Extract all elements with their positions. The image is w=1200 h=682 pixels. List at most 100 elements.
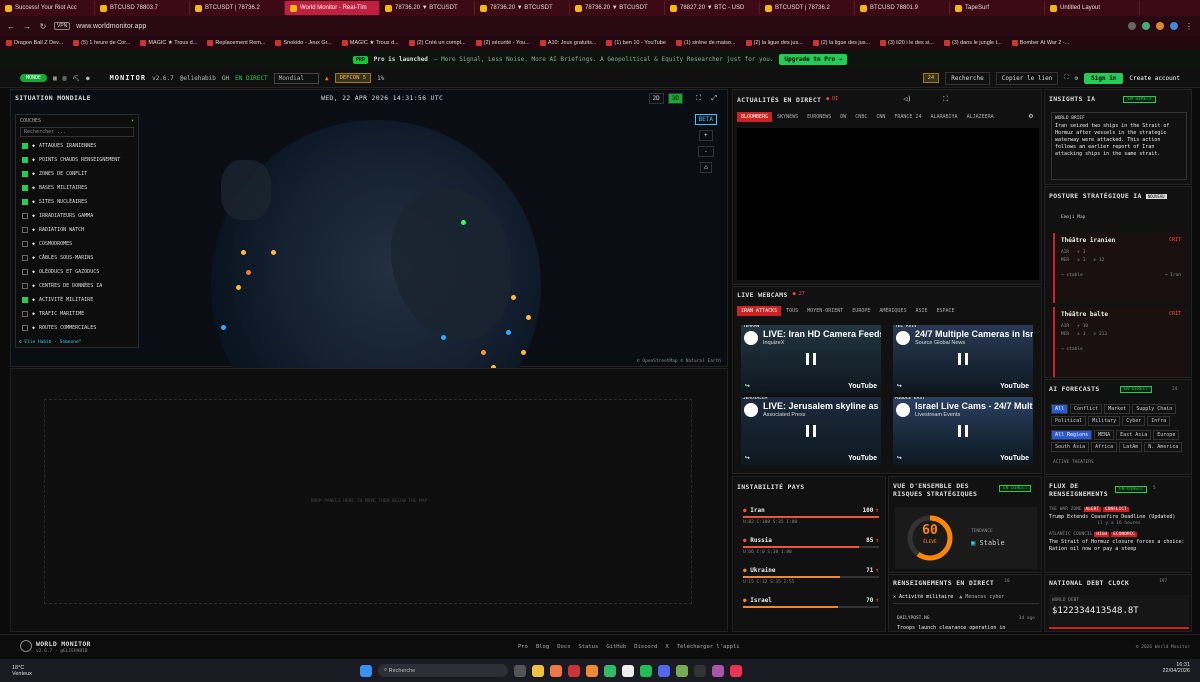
youtube-logo[interactable]: YouTube — [1000, 383, 1029, 390]
map-marker[interactable] — [506, 330, 511, 335]
layer-toggle[interactable]: ◆ ATTAQUES IRANIENNES — [22, 139, 132, 153]
bookmark[interactable]: (2) la ligue des jus... — [745, 40, 803, 46]
layer-checkbox[interactable] — [22, 255, 28, 261]
search-button[interactable]: Recherche — [945, 71, 990, 85]
zoom-in-button[interactable]: + — [698, 130, 713, 141]
layer-toggle[interactable]: ◆ ROUTES COMMERCIALES — [22, 321, 132, 335]
browser-tab[interactable]: BTCUSD 78803.7 — [95, 1, 190, 15]
browser-tab[interactable]: BTCUSDT | 78736.2 — [760, 1, 855, 15]
youtube-logo[interactable]: YouTube — [848, 455, 877, 462]
extension-icon[interactable] — [1142, 22, 1150, 30]
browser-tab[interactable]: BTCUSDT | 78736.2 — [190, 1, 285, 15]
copy-link-button[interactable]: Copier le lien — [995, 71, 1059, 85]
app-icon[interactable] — [604, 664, 616, 677]
menu-icon[interactable]: ⋮ — [1184, 22, 1194, 31]
layer-toggle[interactable]: ◆ COSMODROMES — [22, 237, 132, 251]
layer-checkbox[interactable] — [22, 171, 28, 177]
bookmark[interactable]: (3) li20 i le des si... — [880, 40, 934, 46]
map-marker[interactable] — [461, 220, 466, 225]
vpn-badge[interactable]: VPN — [54, 22, 71, 30]
app-logo[interactable]: MONITOR — [110, 74, 147, 82]
footer-link[interactable]: Discord — [634, 644, 657, 650]
tool-icon[interactable]: ⛏ — [72, 75, 80, 82]
bookmark[interactable]: (3) dans le jungle t... — [943, 40, 1002, 46]
address-bar[interactable]: www.worldmonitor.app — [76, 23, 146, 30]
bookmark[interactable]: (2) sécurité - You... — [475, 40, 530, 46]
forecast-region-chip[interactable]: LatAm — [1119, 442, 1143, 452]
footer-link[interactable]: Télécharger l'appli — [677, 644, 740, 650]
bookmark[interactable]: (2) la ligue des jus... — [812, 40, 870, 46]
layer-checkbox[interactable] — [22, 143, 28, 149]
forecast-topic-chip[interactable]: Market — [1104, 404, 1131, 414]
map-marker[interactable] — [521, 350, 526, 355]
mode-toggle[interactable]: MONDE — [20, 74, 48, 82]
map-marker[interactable] — [271, 250, 276, 255]
bookmark[interactable]: Bomber At War 2 -... — [1011, 40, 1069, 46]
webcam-filter[interactable]: ASIE — [911, 306, 931, 316]
webcam-tile[interactable]: MIDDLE EAST Israel Live Cams - 24/7 Multi… — [893, 397, 1033, 465]
layer-toggle[interactable]: ◆ CENTRES DE DONNÉES IA — [22, 279, 132, 293]
layer-toggle[interactable]: ◆ ZONES DE CONFLIT — [22, 167, 132, 181]
browser-tab[interactable]: Untitled Layout — [1045, 1, 1140, 15]
bookmark[interactable]: (2) Créé un compt... — [408, 40, 466, 46]
map-marker[interactable] — [241, 250, 246, 255]
webcam-filter[interactable]: ESPACE — [933, 306, 959, 316]
zoom-out-button[interactable]: - — [697, 146, 714, 157]
alerts-badge[interactable]: 24 — [922, 73, 940, 83]
forecast-region-chip[interactable]: All Regions — [1051, 430, 1093, 440]
intel-headline[interactable]: Troops launch clearance operation in — [897, 625, 1037, 631]
feed-item[interactable]: THE WAR ZONE ALERT CONFLICT Trump Extends C… — [1049, 507, 1189, 526]
map-marker[interactable] — [441, 335, 446, 340]
theater-card[interactable]: Théâtre balte CRIT AIR ✈ 10 MER ⚓ 3 ⚓ 213 → … — [1053, 307, 1187, 377]
settings-icon[interactable]: ⚙ — [1029, 112, 1033, 120]
layer-checkbox[interactable] — [22, 269, 28, 275]
map-marker[interactable] — [511, 295, 516, 300]
forecast-region-chip[interactable]: South Asia — [1051, 442, 1090, 452]
channel-tab[interactable]: EURONEWS — [803, 112, 835, 122]
opera-icon[interactable] — [568, 664, 580, 677]
forecast-topic-chip[interactable]: Political — [1051, 416, 1087, 426]
layer-checkbox[interactable] — [22, 241, 28, 247]
forecast-region-chip[interactable]: Europe — [1153, 430, 1180, 440]
forecast-topic-chip[interactable]: Military — [1088, 416, 1121, 426]
bookmark[interactable]: (5) 1 heure de Cor... — [73, 40, 130, 46]
webcam-filter[interactable]: MOYEN-ORIENT — [803, 306, 847, 316]
country-row[interactable]: ● Russia 85 ↑ U:66 C:0 S:38 I:80 — [743, 537, 879, 555]
forward-icon[interactable]: → — [22, 22, 32, 31]
footer-link[interactable]: X — [665, 644, 668, 650]
feed-headline[interactable]: Trump Extends Ceasefire Deadline (Update… — [1049, 514, 1189, 521]
bookmark[interactable]: MAGIC ★ Trous d... — [140, 40, 197, 46]
footer-link[interactable]: Blog — [536, 644, 549, 650]
layer-toggle[interactable]: ◆ TRAFIC MARITIME — [22, 307, 132, 321]
layer-toggle[interactable]: ◆ OLÉODUCS ET GAZODUCS — [22, 265, 132, 279]
country-row[interactable]: ● Ukraine 71 ↑ U:15 C:12 S:35 I:55 — [743, 567, 879, 585]
layer-toggle[interactable]: ◆ SITES NUCLÉAIRES — [22, 195, 132, 209]
back-icon[interactable]: ← — [6, 22, 16, 31]
map-marker[interactable] — [526, 315, 531, 320]
fullscreen-icon[interactable]: ⤢ — [711, 94, 717, 103]
footer-link[interactable]: Status — [578, 644, 598, 650]
app-icon[interactable] — [694, 664, 706, 677]
layer-toggle[interactable]: ◆ CÂBLES SOUS-MARINS — [22, 251, 132, 265]
webcam-filter[interactable]: TOUS — [782, 306, 802, 316]
bookmark[interactable]: (1) ben 10 - YouTube — [606, 40, 666, 46]
share-icon[interactable]: ↪ — [745, 381, 750, 390]
browser-tab[interactable]: 78736.20 ▼ BTCUSDT — [475, 1, 570, 15]
tradingview-icon[interactable] — [622, 664, 634, 677]
extension-icon[interactable] — [1156, 22, 1164, 30]
channel-tab[interactable]: ALJAZEERA — [963, 112, 998, 122]
browser-tab[interactable]: TapeSurf — [950, 1, 1045, 15]
pause-icon[interactable] — [958, 353, 968, 365]
view-2d-button[interactable]: 2D — [648, 93, 664, 104]
expand-icon[interactable]: ⛶ — [696, 94, 701, 103]
start-icon[interactable] — [360, 664, 372, 677]
footer-link[interactable]: GitHub — [606, 644, 626, 650]
pause-icon[interactable] — [806, 353, 816, 365]
forecast-region-chip[interactable]: Africa — [1091, 442, 1118, 452]
browser-tab[interactable]: World Monitor - Real-Tim — [285, 1, 380, 15]
layer-checkbox[interactable] — [22, 157, 28, 163]
channel-tab[interactable]: CNBC — [851, 112, 871, 122]
map-marker[interactable] — [221, 325, 226, 330]
layer-checkbox[interactable] — [22, 199, 28, 205]
discord-icon[interactable] — [658, 664, 670, 677]
